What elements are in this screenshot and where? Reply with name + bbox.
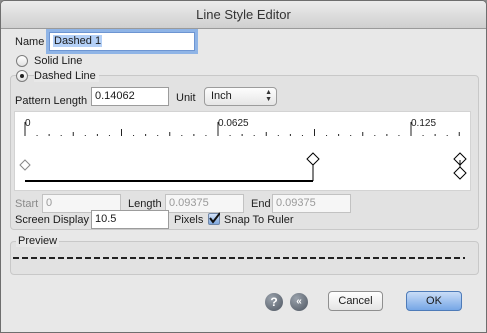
start-marker-icon[interactable] [19,159,31,171]
preview-label: Preview [16,235,60,247]
end-input[interactable]: 0.09375 [272,194,351,213]
pattern-end-marker-lower-icon[interactable] [453,166,467,180]
ruler-tick-label-2: 0.125 [411,118,436,129]
snap-to-ruler-label: Snap To Ruler [224,214,294,226]
name-input-value: Dashed 1 [53,35,103,47]
unit-select[interactable]: Inch ▲ ▼ [204,87,277,106]
ruler-svg: 0 0.0625 0.125 [19,118,467,182]
end-label: End [251,198,271,210]
ruler-tick-label-1: 0.0625 [218,118,249,129]
length-input[interactable]: 0.09375 [165,194,244,213]
screen-display-label: Screen Display [15,214,89,226]
pixels-label: Pixels [174,214,204,226]
cancel-button[interactable]: Cancel [328,291,383,311]
name-input[interactable]: Dashed 1 [49,32,195,51]
updown-arrows-icon: ▲ ▼ [265,89,272,103]
screen-display-input[interactable]: 10.5 [91,210,169,229]
pattern-length-label: Pattern Length [15,95,88,107]
dashed-line-radio[interactable] [16,70,28,82]
unit-label: Unit [176,92,196,104]
start-label: Start [15,198,39,210]
line-style-editor-window: Line Style Editor Name Dashed 1 Solid Li… [0,0,487,333]
pattern-ruler[interactable]: 0 0.0625 0.125 [14,111,471,191]
preview-line [13,257,465,259]
double-chevron-left-icon[interactable]: « [290,293,308,311]
ruler-tick-label-0: 0 [25,118,31,129]
dashed-line-label: Dashed Line [34,70,99,82]
end-marker-icon[interactable] [306,152,320,166]
checkmark-icon [209,212,220,224]
window-title: Line Style Editor [1,1,486,29]
solid-line-label: Solid Line [34,55,83,67]
unit-select-value: Inch [211,90,232,102]
question-icon[interactable]: ? [265,293,283,311]
snap-to-ruler-checkbox[interactable] [208,212,220,225]
name-label: Name [15,36,45,48]
ok-button[interactable]: OK [406,291,462,311]
pattern-length-input[interactable]: 0.14062 [91,87,169,106]
length-label: Length [128,198,162,210]
solid-line-radio[interactable] [16,55,28,67]
